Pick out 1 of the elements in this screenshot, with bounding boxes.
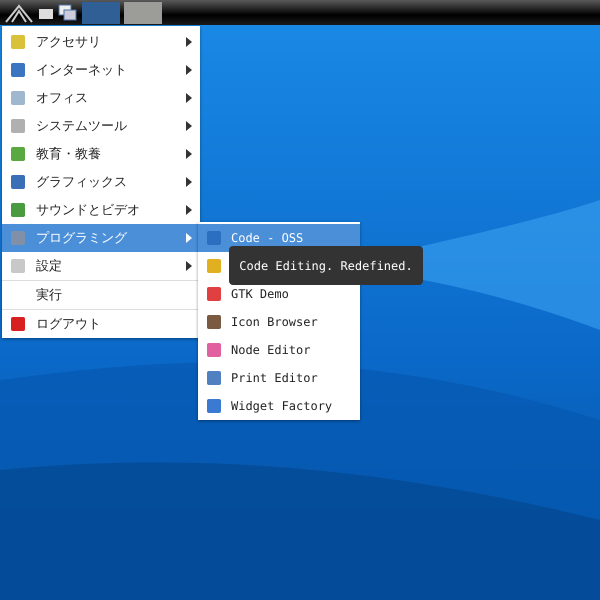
- tooltip: Code Editing. Redefined.: [229, 246, 423, 285]
